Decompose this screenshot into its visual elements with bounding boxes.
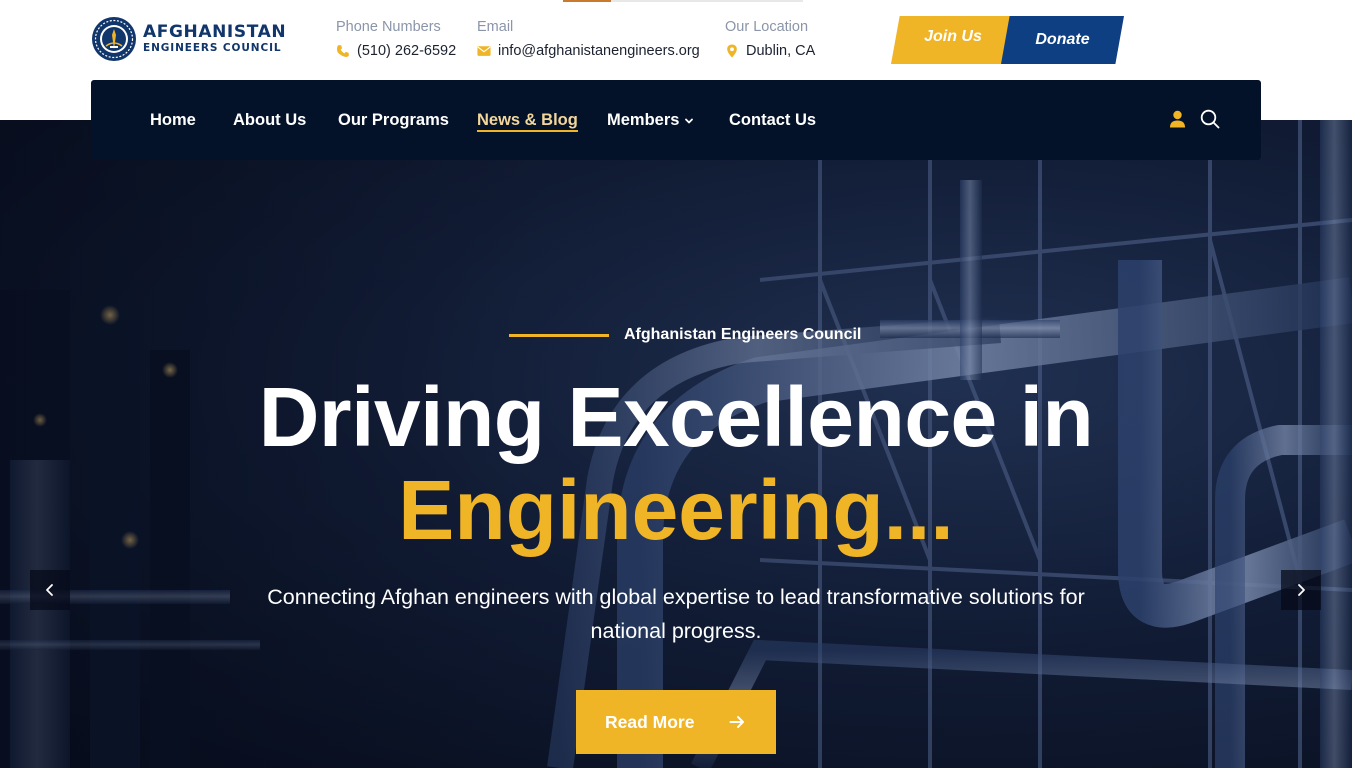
hero-subtext: Connecting Afghan engineers with global … — [267, 585, 1085, 643]
phone-link[interactable]: (510) 262-6592 — [336, 42, 456, 60]
read-more-label: Read More — [605, 711, 695, 732]
user-icon[interactable] — [1169, 110, 1186, 128]
eyebrow-text: Afghanistan Engineers Council — [624, 326, 862, 343]
top-accent-line — [563, 0, 803, 2]
read-more-button[interactable]: Read More — [576, 690, 776, 754]
nav-item-news-blog[interactable]: News & Blog — [477, 80, 578, 160]
arrow-right-icon — [729, 716, 744, 728]
location-value: Dublin, CA — [746, 43, 816, 59]
logo-subtitle: ENGINEERS COUNCIL — [143, 42, 282, 54]
hero-slider: Afghanistan Engineers Council Driving Ex… — [0, 120, 1352, 768]
email-value: info@afghanistanengineers.org — [498, 43, 700, 59]
hero-eyebrow: Afghanistan Engineers Council — [509, 326, 861, 344]
nav-item-our-programs[interactable]: Our Programs — [338, 80, 449, 160]
chevron-down-icon — [685, 118, 694, 124]
hero-headline: Driving Excellence in — [258, 370, 1094, 464]
site-logo[interactable]: AFGHANISTAN ENGINEERS COUNCIL — [91, 16, 286, 62]
chevron-right-icon — [1298, 584, 1305, 596]
nav-item-contact-us[interactable]: Contact Us — [729, 80, 816, 160]
chevron-left-icon — [46, 584, 53, 596]
eyebrow-line — [509, 333, 609, 337]
location-contact: Our Location Dublin, CA — [725, 18, 815, 60]
location-label: Our Location — [725, 19, 809, 35]
location-link[interactable]: Dublin, CA — [725, 42, 815, 60]
email-label: Email — [477, 19, 514, 35]
email-contact: Email info@afghanistanengineers.org — [477, 18, 700, 60]
email-link[interactable]: info@afghanistanengineers.org — [477, 42, 700, 60]
nav-item-home[interactable]: Home — [150, 80, 196, 160]
phone-icon — [336, 45, 349, 57]
hero-headline-accent: Engineering... — [398, 463, 954, 557]
slider-prev-button[interactable] — [30, 570, 70, 610]
nav-item-about-us[interactable]: About Us — [233, 80, 306, 160]
nav-item-members[interactable]: Members — [607, 80, 694, 160]
search-icon[interactable] — [1200, 109, 1220, 129]
join-us-button[interactable]: Join Us — [891, 16, 1015, 64]
map-pin-icon — [727, 44, 737, 58]
main-navigation: Home About Us Our Programs News & Blog M… — [91, 80, 1261, 160]
slider-next-button[interactable] — [1281, 570, 1321, 610]
phone-label: Phone Numbers — [336, 19, 441, 35]
nav-item-members-label: Members — [607, 110, 680, 129]
donate-button[interactable]: Donate — [1001, 16, 1124, 64]
phone-value: (510) 262-6592 — [357, 43, 457, 59]
phone-contact: Phone Numbers (510) 262-6592 — [336, 18, 456, 60]
logo-title: AFGHANISTAN — [143, 22, 287, 42]
council-seal-icon — [92, 17, 136, 61]
envelope-icon — [477, 46, 491, 56]
